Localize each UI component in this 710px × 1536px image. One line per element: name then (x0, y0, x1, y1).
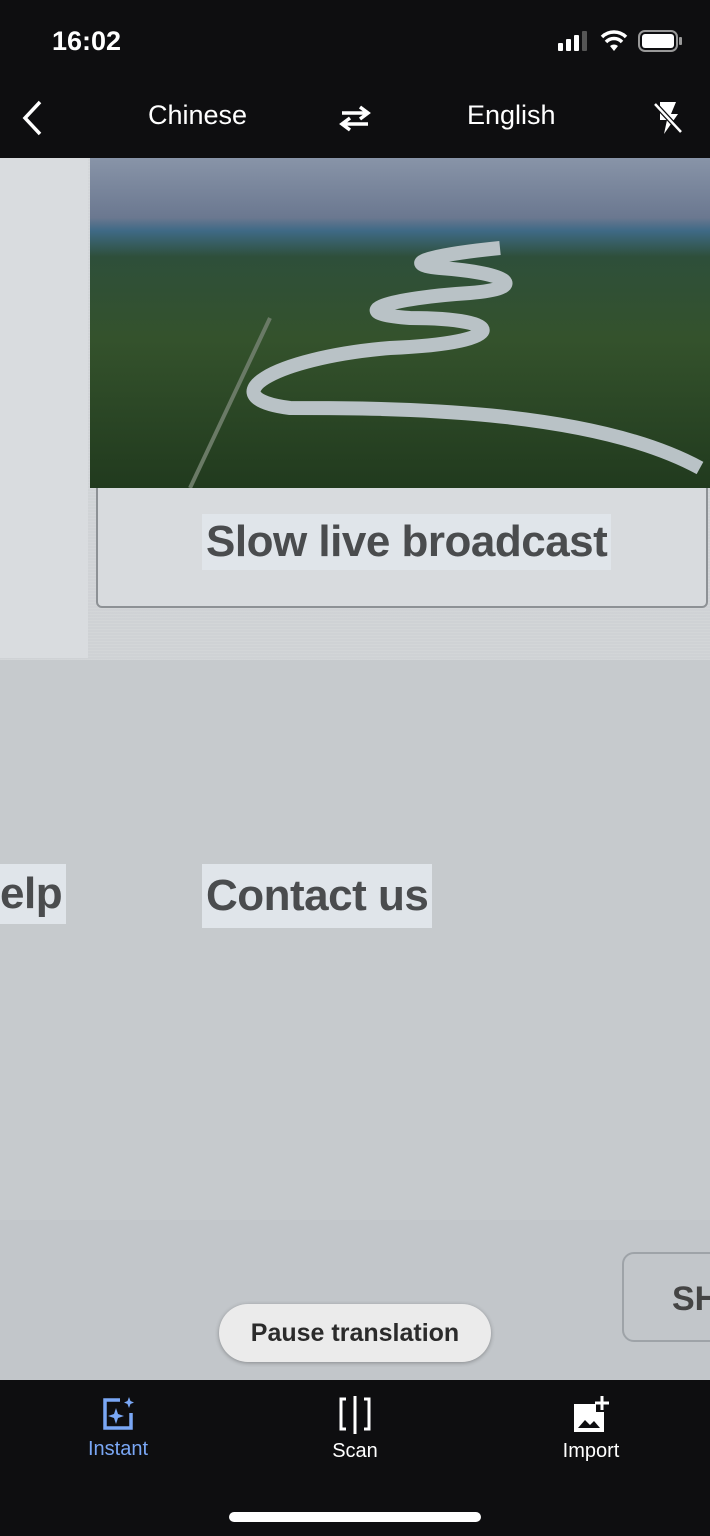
tab-import[interactable]: Import (521, 1396, 661, 1463)
pause-translation-button[interactable]: Pause translation (219, 1304, 491, 1362)
import-image-icon (574, 1396, 609, 1432)
camera-viewfinder[interactable]: Slow live broadcast elp Contact us SH (0, 158, 710, 1380)
instant-sparkle-icon (103, 1397, 134, 1430)
translated-text-overlay: elp (0, 864, 67, 924)
river-photo (90, 158, 710, 488)
swap-arrows-icon[interactable] (338, 104, 372, 132)
translated-text-overlay: Slow live broadcast (202, 514, 612, 570)
cellular-signal-icon (558, 31, 587, 51)
battery-icon (638, 30, 682, 52)
tab-label: Instant (87, 1438, 149, 1460)
wifi-icon (600, 30, 628, 51)
partial-button-in-photo: SH (622, 1252, 710, 1342)
pause-translation-label: Pause translation (250, 1318, 460, 1347)
scan-icon (339, 1396, 371, 1434)
tab-instant[interactable]: Instant (48, 1396, 188, 1461)
translated-text-overlay: SH (672, 1280, 710, 1318)
translated-text-overlay: Contact us (202, 864, 433, 928)
home-indicator[interactable] (229, 1512, 481, 1522)
chevron-left-icon[interactable] (20, 100, 44, 136)
flash-off-icon[interactable] (652, 100, 684, 136)
target-language-button[interactable]: English (467, 100, 556, 131)
tab-label: Import (562, 1440, 620, 1462)
language-bar: Chinese English (0, 80, 710, 158)
tab-scan[interactable]: Scan (285, 1396, 425, 1463)
tab-label: Scan (332, 1440, 378, 1462)
status-bar: 16:02 (0, 0, 710, 80)
status-time: 16:02 (52, 26, 122, 56)
source-language-button[interactable]: Chinese (148, 100, 247, 131)
